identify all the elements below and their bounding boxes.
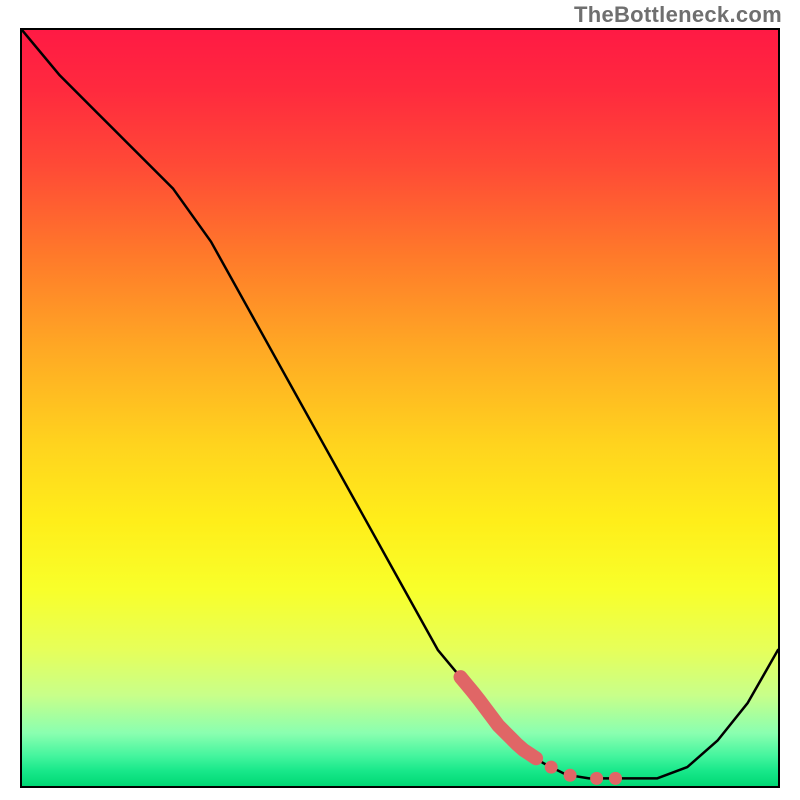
highlight-dot [545,761,558,774]
highlight-dot [590,772,603,785]
watermark-label: TheBottleneck.com [574,2,782,28]
highlight-thick-path [461,677,537,758]
highlight-dot [609,772,622,785]
plot-area [20,28,780,788]
highlight-dots [545,761,622,785]
chart-container: TheBottleneck.com [0,0,800,800]
highlight-dot [564,769,577,782]
chart-svg [22,30,778,786]
bottleneck-curve-path [22,30,778,778]
